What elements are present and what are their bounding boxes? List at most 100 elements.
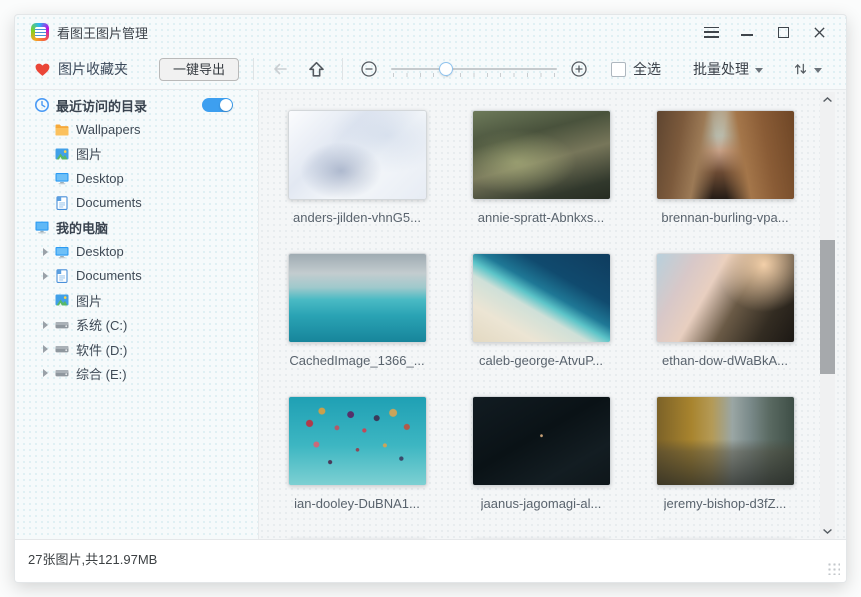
grid-item[interactable]: jeremy-bishop-d3fZ... <box>633 396 816 539</box>
sidebar-item[interactable]: 图片 <box>15 142 258 166</box>
maximize-icon[interactable] <box>770 21 796 43</box>
sidebar-item-label: Documents <box>76 195 142 210</box>
scroll-down-icon[interactable] <box>820 524 835 539</box>
thumbnail-image[interactable] <box>472 396 611 486</box>
chevron-down-icon <box>814 68 822 73</box>
sidebar-item[interactable]: Documents <box>15 191 258 215</box>
resize-grip[interactable] <box>827 562 840 575</box>
sidebar-tree: 最近访问的目录 Wallpapers 图片 Desktop Documents 我的电脑 D… <box>15 90 259 539</box>
batch-process-label: 批量处理 <box>693 59 749 79</box>
thumbnail-image[interactable] <box>656 110 795 200</box>
thumbnail-image[interactable] <box>472 110 611 200</box>
recent-toggle[interactable] <box>202 98 233 112</box>
document-icon <box>54 195 70 211</box>
picture-icon <box>54 146 70 162</box>
grid-item[interactable]: brennan-burling-vpa... <box>633 110 816 253</box>
thumbnail-filename: jeremy-bishop-d3fZ... <box>664 496 787 511</box>
export-button[interactable]: 一键导出 <box>159 58 239 81</box>
thumbnail-image[interactable] <box>288 396 427 486</box>
grid-item[interactable]: ethan-dow-dWaBkA... <box>633 253 816 396</box>
scroll-up-icon[interactable] <box>820 92 835 107</box>
select-all-label: 全选 <box>633 59 661 79</box>
expand-caret-icon[interactable] <box>43 369 54 377</box>
scrollbar-track[interactable] <box>820 107 835 524</box>
thumbnail-image[interactable] <box>472 253 611 343</box>
thumbnail-filename: anders-jilden-vhnG5... <box>293 210 421 225</box>
grid-item[interactable]: jaanus-jagomagi-al... <box>449 396 633 539</box>
sidebar-item-label: Documents <box>76 268 142 283</box>
close-icon[interactable] <box>806 21 832 43</box>
clock-icon <box>34 97 50 113</box>
thumbnail-filename: ethan-dow-dWaBkA... <box>662 353 788 368</box>
scrollbar-thumb[interactable] <box>820 240 835 373</box>
toolbar: 图片收藏夹 一键导出 全选 批量处理 <box>15 49 846 90</box>
grid-item[interactable]: annie-spratt-Abnkxs... <box>449 110 633 253</box>
thumbnail-image[interactable] <box>656 253 795 343</box>
desktop-icon <box>54 170 70 186</box>
thumbnail-image[interactable] <box>288 253 427 343</box>
expand-caret-icon[interactable] <box>43 345 54 353</box>
sidebar-item-label: 图片 <box>76 291 102 310</box>
back-icon[interactable] <box>268 57 292 81</box>
toolbar-divider <box>253 58 254 80</box>
statusbar: 27张图片,共121.97MB <box>15 539 846 582</box>
toolbar-divider <box>342 58 343 80</box>
computer-icon <box>34 219 50 235</box>
expand-caret-icon[interactable] <box>43 321 54 329</box>
sidebar-section[interactable]: 我的电脑 <box>15 215 258 239</box>
grid-item[interactable]: CachedImage_1366_... <box>265 253 449 396</box>
sidebar-item[interactable]: Desktop <box>15 239 258 263</box>
zoom-slider-track[interactable] <box>391 68 557 70</box>
thumbnail-filename: ian-dooley-DuBNA1... <box>294 496 420 511</box>
sort-button[interactable] <box>793 61 822 77</box>
sidebar-item[interactable]: 综合 (E:) <box>15 361 258 385</box>
desktop-icon <box>54 244 70 260</box>
thumbnail-grid: anders-jilden-vhnG5... annie-spratt-Abnkx… <box>259 90 816 539</box>
window-title: 看图王图片管理 <box>57 23 148 42</box>
titlebar: 看图王图片管理 <box>15 15 846 49</box>
sidebar-section-label: 最近访问的目录 <box>56 96 147 115</box>
sidebar-item[interactable]: Documents <box>15 264 258 288</box>
sidebar-item-label: 图片 <box>76 144 102 163</box>
zoom-slider-ticks <box>393 73 555 77</box>
zoom-out-icon[interactable] <box>357 57 381 81</box>
sidebar-item[interactable]: 系统 (C:) <box>15 313 258 337</box>
sidebar-item-label: 软件 (D:) <box>76 340 127 359</box>
picture-icon <box>54 292 70 308</box>
main-area: 最近访问的目录 Wallpapers 图片 Desktop Documents 我的电脑 D… <box>15 90 846 539</box>
grid-item[interactable]: ian-dooley-DuBNA1... <box>265 396 449 539</box>
folder-icon <box>54 122 70 138</box>
vertical-scrollbar[interactable] <box>820 92 835 539</box>
grid-item[interactable]: caleb-george-AtvuP... <box>449 253 633 396</box>
sidebar-item-label: 综合 (E:) <box>76 364 127 383</box>
drive-icon <box>54 341 70 357</box>
expand-caret-icon[interactable] <box>43 272 54 280</box>
thumbnail-filename: brennan-burling-vpa... <box>661 210 788 225</box>
window-controls <box>698 21 832 43</box>
sidebar-section-label: 我的电脑 <box>56 218 108 237</box>
zoom-slider-thumb[interactable] <box>439 62 453 76</box>
sidebar-item[interactable]: Wallpapers <box>15 117 258 141</box>
minimize-icon[interactable] <box>734 21 760 43</box>
toolbar-right-group: 全选 批量处理 <box>611 59 822 79</box>
zoom-in-icon[interactable] <box>567 57 591 81</box>
menu-icon[interactable] <box>698 21 724 43</box>
sidebar-item[interactable]: 图片 <box>15 288 258 312</box>
sidebar-item[interactable]: Desktop <box>15 166 258 190</box>
zoom-slider[interactable] <box>391 57 557 81</box>
favorites-label: 图片收藏夹 <box>58 59 128 79</box>
sidebar-item[interactable]: 软件 (D:) <box>15 337 258 361</box>
drive-icon <box>54 317 70 333</box>
sidebar-section[interactable]: 最近访问的目录 <box>15 93 258 117</box>
home-up-icon[interactable] <box>304 57 328 81</box>
thumbnail-image[interactable] <box>656 396 795 486</box>
heart-icon <box>34 61 51 78</box>
grid-item[interactable]: anders-jilden-vhnG5... <box>265 110 449 253</box>
sidebar-item-label: Wallpapers <box>76 122 141 137</box>
expand-caret-icon[interactable] <box>43 248 54 256</box>
app-logo-icon <box>31 23 49 41</box>
batch-process-button[interactable]: 批量处理 <box>693 59 763 79</box>
thumbnail-image[interactable] <box>288 110 427 200</box>
select-all-checkbox[interactable] <box>611 62 626 77</box>
app-window: 看图王图片管理 图片收藏夹 一键导出 <box>14 14 847 583</box>
